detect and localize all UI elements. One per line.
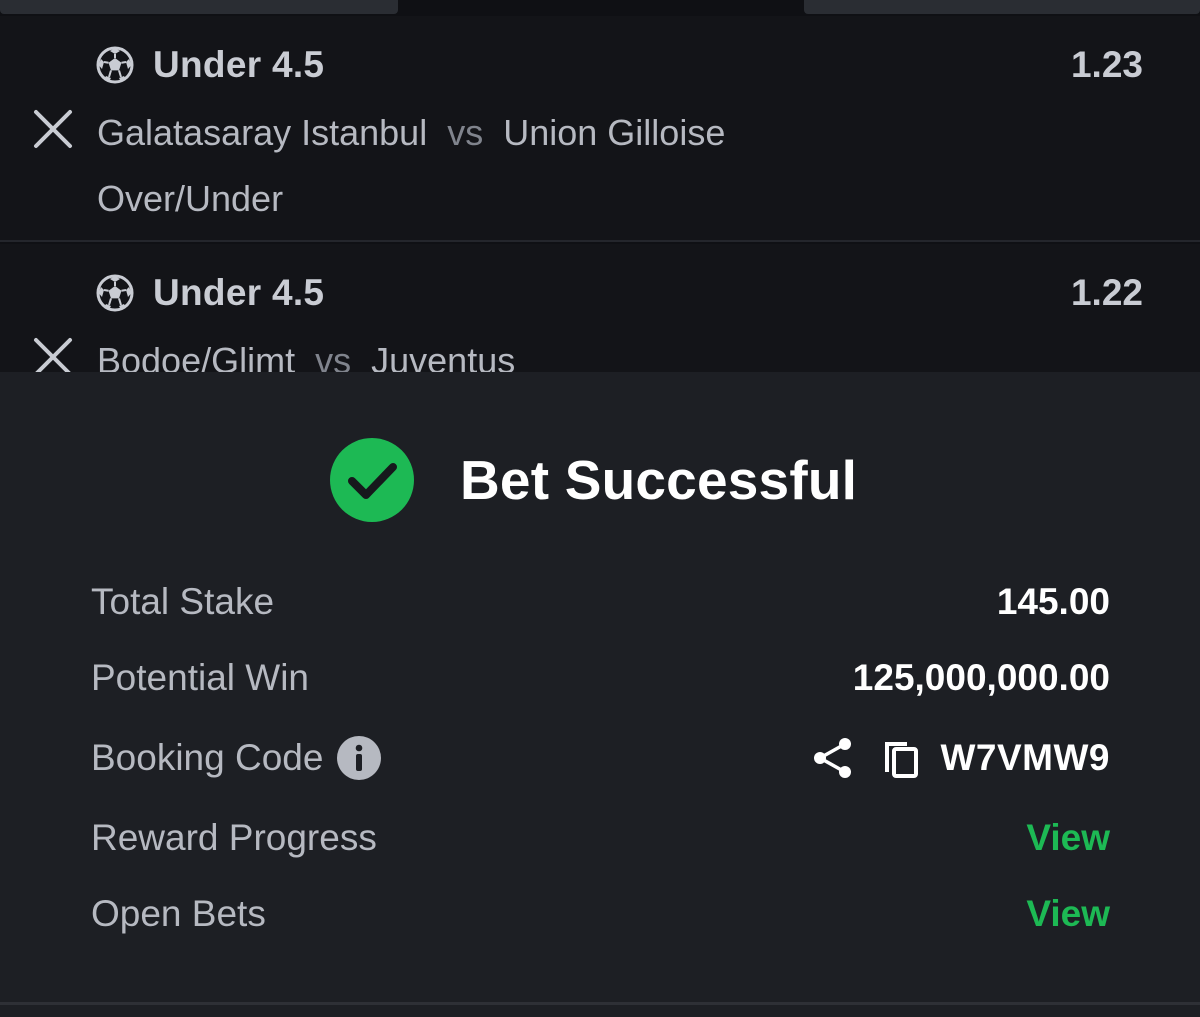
potential-win-label: Potential Win xyxy=(91,657,309,698)
selection-header: Under 4.5 xyxy=(95,272,324,314)
selection-market: Under 4.5 xyxy=(153,272,325,313)
total-stake-label: Total Stake xyxy=(91,581,275,622)
open-bets-label: Open Bets xyxy=(91,893,266,934)
bet-selection: Under 4.5 1.22 Bodoe/Glimt vs Juventus xyxy=(0,244,1200,381)
bet-success-panel: Bet Successful Total Stake 145.00 Potent… xyxy=(0,372,1200,1017)
soccer-ball-icon xyxy=(96,46,134,84)
soccer-ball-icon xyxy=(96,274,134,312)
reward-progress-view-link[interactable]: View xyxy=(1026,817,1110,859)
booking-code-group: W7VMW9 xyxy=(811,736,1111,780)
bet-slip-screen: Under 4.5 1.23 Galatasaray Istanbul vs U… xyxy=(0,0,1200,1017)
bet-selection: Under 4.5 1.23 Galatasaray Istanbul vs U… xyxy=(0,16,1200,242)
selection-odds: 1.23 xyxy=(1070,44,1143,85)
success-header: Bet Successful xyxy=(330,438,857,522)
booking-code-label: Booking Code xyxy=(91,737,324,778)
selection-bet-type: Over/Under xyxy=(97,178,284,219)
selection-header: Under 4.5 xyxy=(95,44,324,86)
copy-icon[interactable] xyxy=(879,736,923,780)
selection-market: Under 4.5 xyxy=(153,44,325,85)
check-circle-icon xyxy=(330,438,414,522)
remove-selection-close-icon[interactable] xyxy=(32,108,74,150)
total-stake-row: Total Stake 145.00 xyxy=(91,572,1110,632)
potential-win-row: Potential Win 125,000,000.00 xyxy=(91,648,1110,708)
selection-odds: 1.22 xyxy=(1070,272,1143,313)
away-team: Union Gilloise xyxy=(503,112,726,153)
share-icon[interactable] xyxy=(811,736,855,780)
open-bets-row: Open Bets View xyxy=(91,884,1110,944)
open-bets-view-link[interactable]: View xyxy=(1026,893,1110,935)
top-tab-right[interactable] xyxy=(804,0,1200,14)
total-stake-value: 145.00 xyxy=(996,581,1110,622)
booking-code-row: Booking Code W7VMW9 xyxy=(91,728,1110,788)
reward-progress-label: Reward Progress xyxy=(91,817,377,858)
top-tab-left[interactable] xyxy=(0,0,398,14)
potential-win-value: 125,000,000.00 xyxy=(852,657,1110,698)
vs-separator: vs xyxy=(437,112,494,153)
info-icon[interactable] xyxy=(337,736,382,780)
selection-match: Galatasaray Istanbul vs Union Gilloise xyxy=(97,112,725,154)
success-title: Bet Successful xyxy=(460,449,858,511)
booking-code-label-wrap: Booking Code xyxy=(91,736,382,780)
home-team: Galatasaray Istanbul xyxy=(97,112,428,153)
booking-code-value[interactable]: W7VMW9 xyxy=(941,737,1111,779)
reward-progress-row: Reward Progress View xyxy=(91,808,1110,868)
panel-divider xyxy=(0,1002,1200,1005)
